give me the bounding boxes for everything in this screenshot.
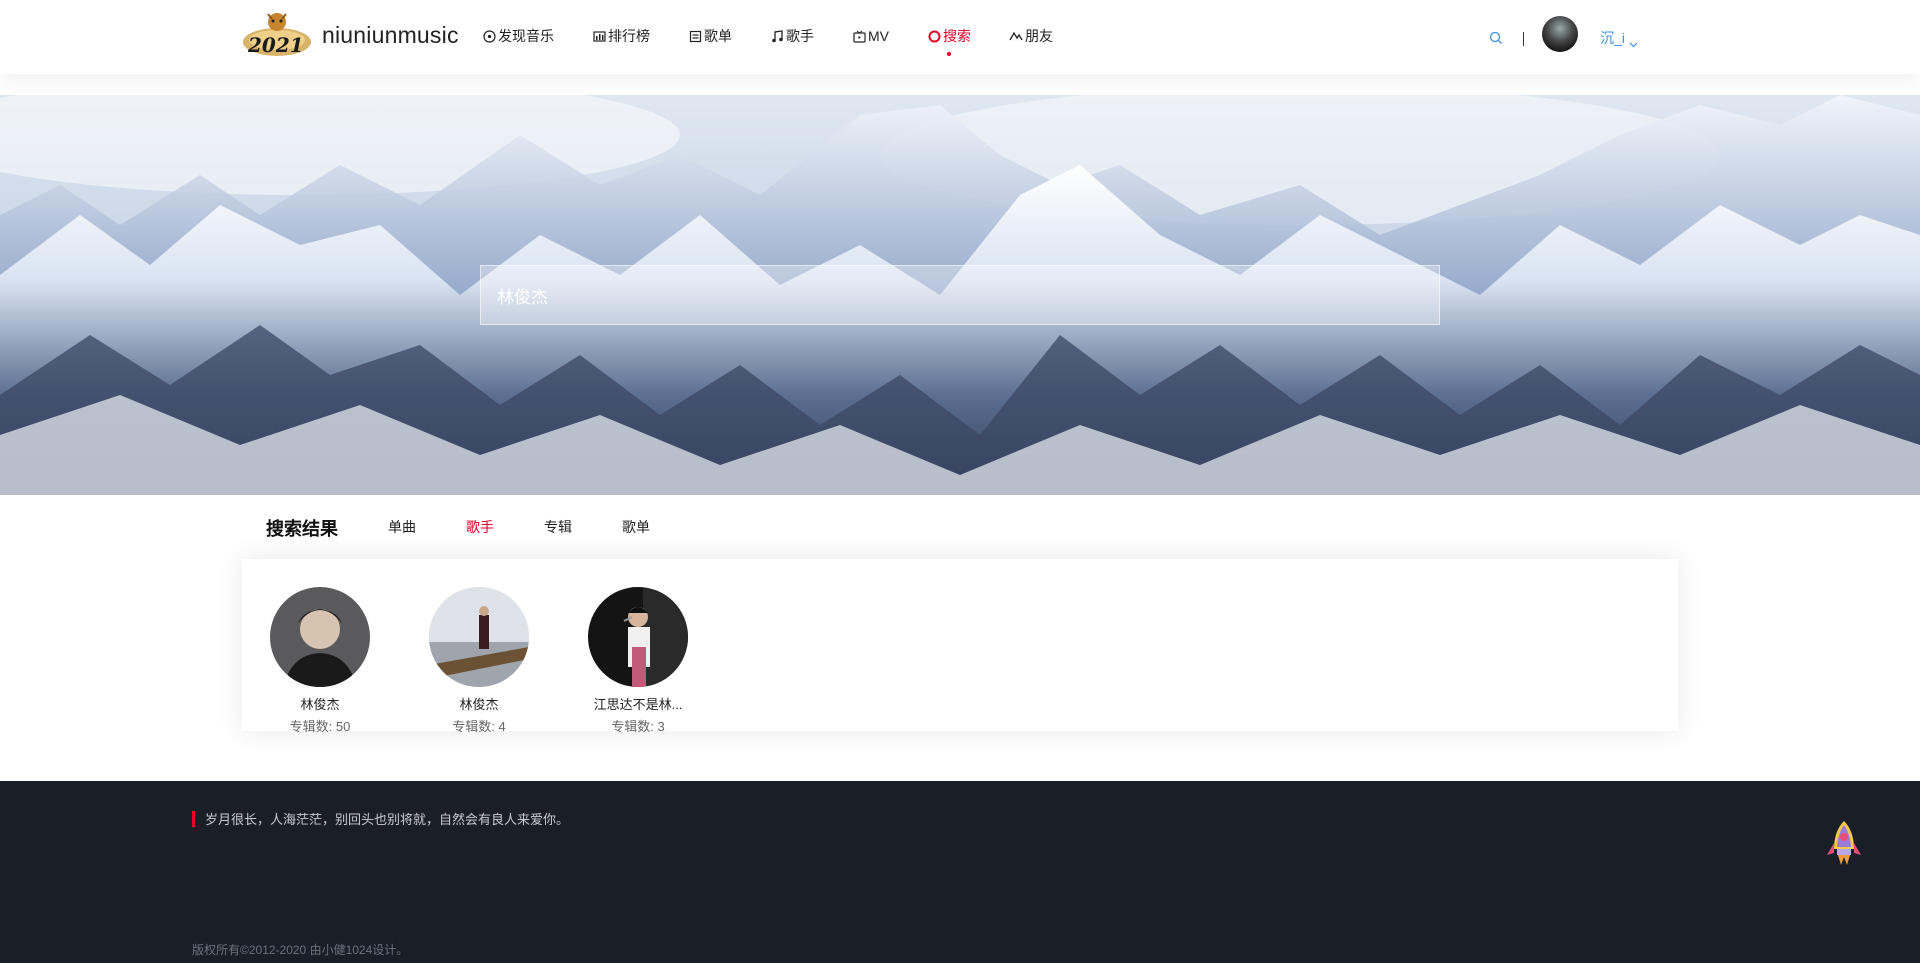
- artist-photo[interactable]: [270, 587, 370, 687]
- nav-charts[interactable]: 排行榜: [592, 26, 650, 46]
- quote-accent-bar: [192, 810, 195, 827]
- footer-quote: 岁月很长，人海茫茫，别回头也别将就，自然会有良人来爱你。: [192, 809, 569, 828]
- friends-icon: [1009, 29, 1023, 43]
- nav-friends[interactable]: 朋友: [1009, 26, 1053, 46]
- nav-label: 朋友: [1025, 28, 1053, 44]
- playlist-icon: [688, 29, 702, 43]
- user-menu[interactable]: 沉_i: [1600, 28, 1638, 48]
- nav-label: 搜索: [943, 28, 971, 44]
- nav-mv[interactable]: MV: [852, 26, 889, 46]
- artist-item[interactable]: 林俊杰 专辑数: 50: [265, 587, 375, 735]
- artist-photo[interactable]: [588, 587, 688, 687]
- back-to-top-rocket-icon[interactable]: [1824, 819, 1864, 869]
- music-note-icon: [770, 29, 784, 43]
- logo[interactable]: 2021 niuniunmusic: [240, 10, 459, 60]
- nav-search[interactable]: 搜索: [927, 26, 971, 46]
- nav-label: MV: [868, 28, 889, 44]
- top-header: 2021 niuniunmusic 发现音乐 排行榜 歌单 歌手 MV 搜索 朋…: [0, 0, 1920, 74]
- search-circle-icon: [927, 29, 941, 43]
- search-input[interactable]: [481, 266, 1439, 324]
- artist-item[interactable]: 江思达不是林... 专辑数: 3: [583, 587, 693, 735]
- quote-text: 岁月很长，人海茫茫，别回头也别将就，自然会有良人来爱你。: [205, 812, 570, 827]
- nav-discover[interactable]: 发现音乐: [482, 26, 554, 46]
- chevron-down-icon: [1629, 35, 1638, 48]
- tab-songs[interactable]: 单曲: [388, 517, 416, 537]
- username: 沉_i: [1600, 30, 1625, 46]
- nav-playlists[interactable]: 歌单: [688, 26, 732, 46]
- header-right: 沉_i: [1489, 16, 1638, 52]
- search-icon[interactable]: [1489, 31, 1505, 47]
- artist-name: 林俊杰: [300, 697, 340, 712]
- nav-label: 歌手: [786, 28, 814, 44]
- artist-name: 林俊杰: [459, 697, 499, 712]
- logo-text: niuniunmusic: [322, 21, 459, 48]
- tab-albums[interactable]: 专辑: [544, 517, 572, 537]
- tab-artists[interactable]: 歌手: [466, 517, 494, 537]
- search-box[interactable]: [480, 265, 1440, 325]
- copyright-text: 版权所有©2012-2020 由小健1024设计。: [192, 943, 409, 957]
- header-divider: [1523, 32, 1525, 46]
- tv-icon: [852, 29, 866, 43]
- album-count: 专辑数: 3: [611, 719, 665, 734]
- svg-text:2021: 2021: [247, 33, 304, 57]
- album-count: 专辑数: 4: [452, 719, 506, 734]
- disc-icon: [482, 29, 496, 43]
- avatar[interactable]: [1542, 16, 1579, 52]
- nav-label: 歌单: [704, 28, 732, 44]
- chart-icon: [592, 29, 606, 43]
- footer: 岁月很长，人海茫茫，别回头也别将就，自然会有良人来爱你。 版权所有©2012-2…: [0, 781, 1920, 963]
- results-card: 林俊杰 专辑数: 50 林俊杰 专辑数: 4 江思达不是林... 专辑数: 3: [242, 559, 1678, 734]
- results-tabs: 搜索结果 单曲 歌手 专辑 歌单: [266, 515, 700, 541]
- search-banner: [0, 95, 1920, 495]
- nav-label: 发现音乐: [498, 28, 554, 44]
- nav-label: 排行榜: [608, 28, 650, 44]
- artist-item[interactable]: 林俊杰 专辑数: 4: [424, 587, 534, 735]
- nav-artists[interactable]: 歌手: [770, 26, 814, 46]
- artist-photo[interactable]: [429, 587, 529, 687]
- artist-name: 江思达不是林...: [593, 697, 683, 712]
- tab-playlists[interactable]: 歌单: [622, 517, 650, 537]
- logo-image: 2021: [240, 10, 314, 60]
- results-title: 搜索结果: [266, 519, 338, 539]
- main-nav: 发现音乐 排行榜 歌单 歌手 MV 搜索 朋友: [482, 26, 1091, 46]
- album-count: 专辑数: 50: [289, 719, 351, 734]
